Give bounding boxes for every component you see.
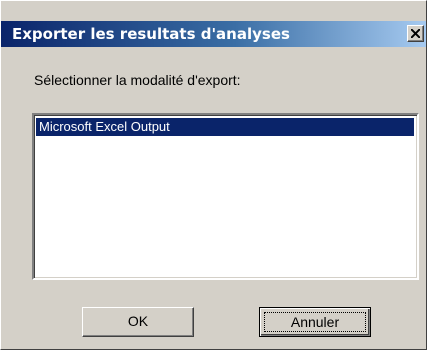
window-title: Exporter les resultats d'analyses xyxy=(12,25,290,43)
cancel-button[interactable]: Annuler xyxy=(259,307,371,337)
list-item-microsoft-excel-output[interactable]: Microsoft Excel Output xyxy=(36,118,414,136)
ok-button[interactable]: OK xyxy=(82,307,194,337)
export-mode-listbox[interactable]: Microsoft Excel Output xyxy=(32,113,419,280)
title-bar[interactable]: Exporter les resultats d'analyses xyxy=(1,21,426,47)
cancel-button-label: Annuler xyxy=(264,312,366,332)
export-dialog: Exporter les resultats d'analyses Sélect… xyxy=(0,0,427,350)
close-icon xyxy=(411,29,420,38)
close-button[interactable] xyxy=(407,25,424,42)
export-mode-label: Sélectionner la modalité d'export: xyxy=(34,72,241,88)
